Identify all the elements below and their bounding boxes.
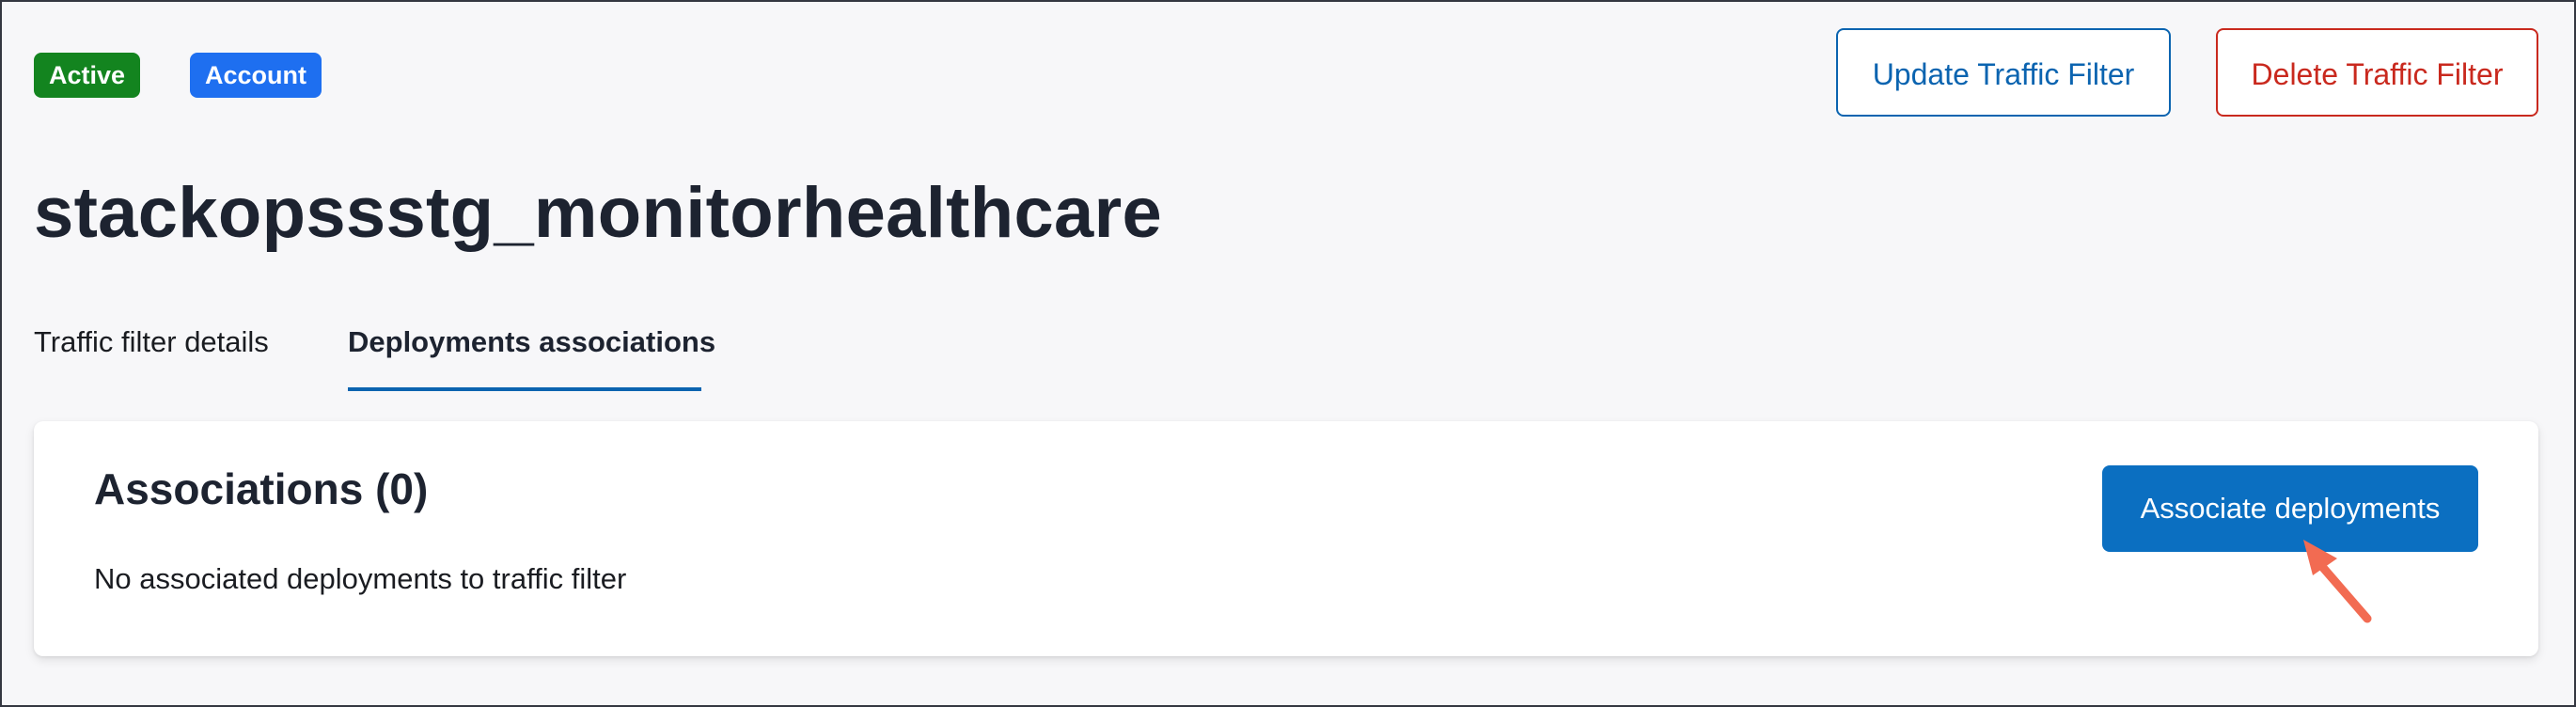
tab-traffic-filter-details[interactable]: Traffic filter details — [34, 320, 269, 365]
active-tab-indicator — [348, 387, 701, 391]
empty-state-text: No associated deployments to traffic fil… — [94, 562, 627, 595]
tab-deployments-associations[interactable]: Deployments associations — [348, 320, 715, 365]
associations-panel: Associations (0) No associated deploymen… — [34, 421, 2538, 656]
delete-traffic-filter-button[interactable]: Delete Traffic Filter — [2216, 28, 2538, 117]
status-badge: Active — [34, 53, 141, 98]
associate-deployments-button[interactable]: Associate deployments — [2102, 465, 2478, 552]
associations-heading: Associations (0) — [94, 464, 429, 513]
update-traffic-filter-button[interactable]: Update Traffic Filter — [1836, 28, 2171, 117]
scope-badge: Account — [190, 53, 322, 98]
page-title: stackopssstg_monitorhealthcare — [34, 173, 1163, 253]
pointer-arrow-icon — [2303, 540, 2372, 623]
